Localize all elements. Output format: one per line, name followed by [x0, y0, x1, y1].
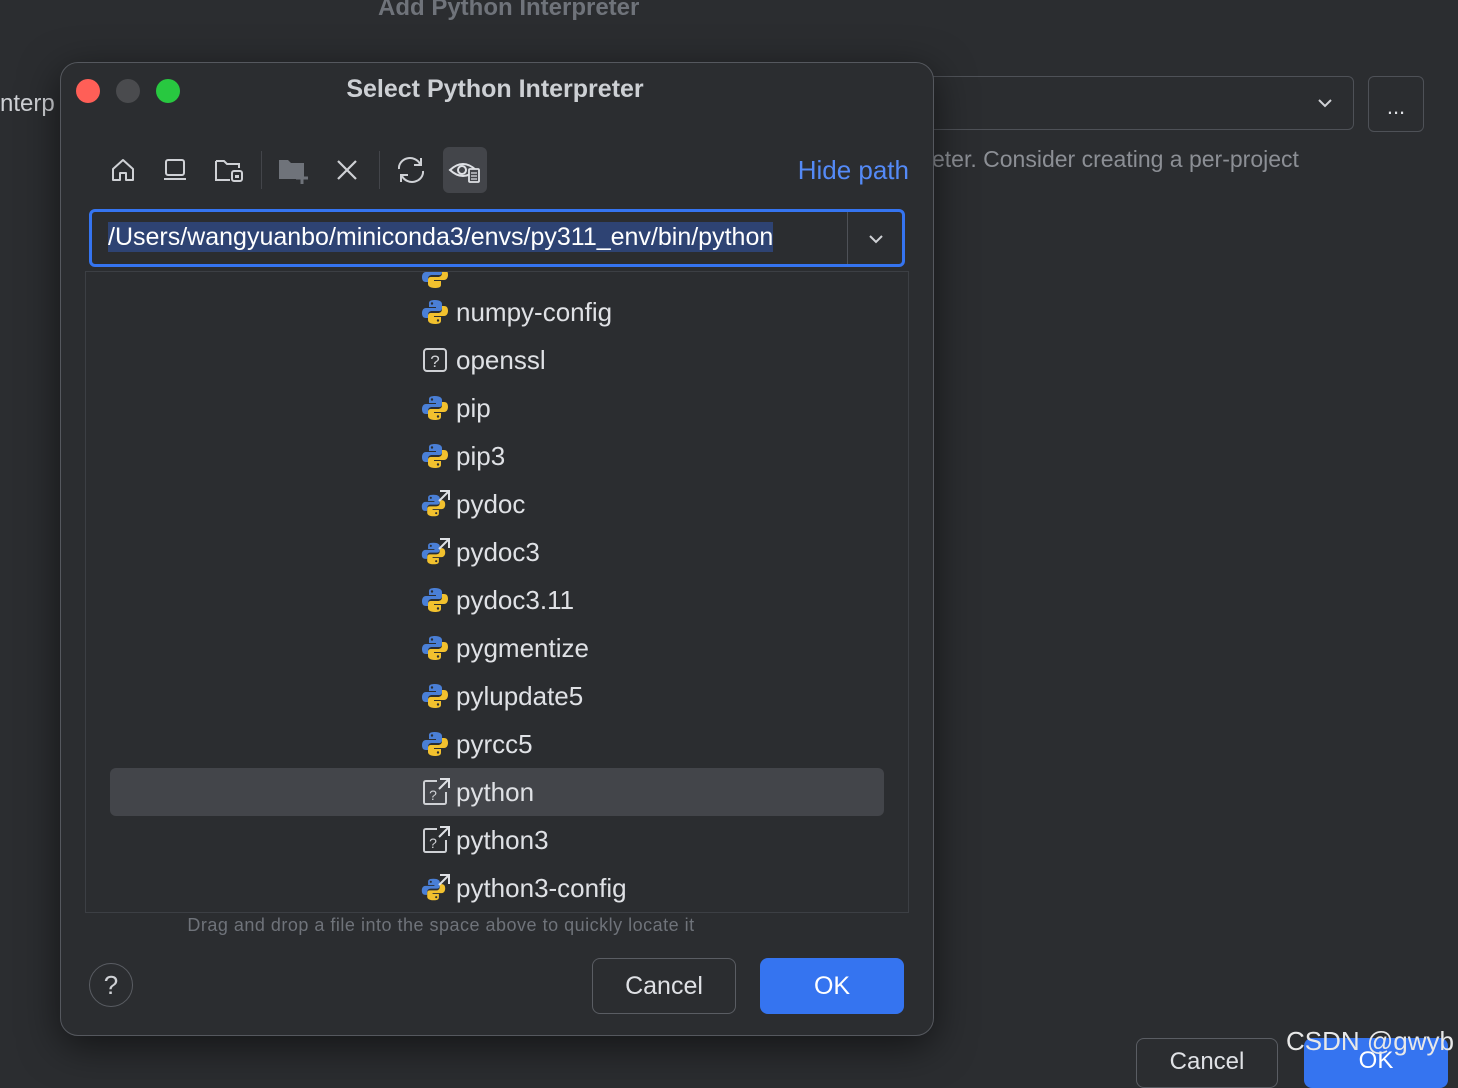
- select-interpreter-dialog: Select Python Interpreter Hide path /Use…: [60, 62, 934, 1036]
- file-tree[interactable]: numpy-config? openssl pip pip3 pydoc pydoc3 py…: [85, 271, 909, 913]
- symlink-unknown-icon: ?: [423, 826, 450, 853]
- home-button[interactable]: [101, 147, 145, 193]
- desktop-icon: [164, 159, 186, 180]
- chevron-down-icon: [1318, 99, 1332, 108]
- python-symlink-icon: [421, 874, 450, 901]
- parent-dialog-title: Add Python Interpreter: [378, 0, 640, 21]
- home-icon: [112, 159, 134, 181]
- file-name-label: pydoc: [456, 489, 526, 519]
- show-hidden-icon: [448, 163, 480, 183]
- project-folder-icon: [215, 160, 243, 182]
- cancel-button[interactable]: Cancel: [592, 958, 736, 1014]
- parent-hint-text: eter. Consider creating a per-project: [932, 146, 1299, 172]
- delete-icon: [337, 160, 357, 180]
- list-item-python3-config[interactable]: python3-config: [110, 864, 884, 912]
- svg-text:?: ?: [429, 835, 437, 851]
- svg-text:?: ?: [429, 787, 437, 803]
- watermark: CSDN @gwyb: [1286, 1026, 1454, 1056]
- list-item-pygmentize[interactable]: pygmentize: [110, 624, 884, 672]
- dialog-title: Select Python Interpreter: [346, 75, 644, 103]
- browse-more-button[interactable]: ...: [1368, 76, 1424, 132]
- delete-button[interactable]: [325, 147, 369, 193]
- path-input[interactable]: /Users/wangyuanbo/miniconda3/envs/py311_…: [108, 222, 774, 252]
- svg-text:?: ?: [430, 352, 439, 371]
- desktop-button[interactable]: [153, 147, 197, 193]
- list-item-pyrcc5[interactable]: pyrcc5: [110, 720, 884, 768]
- file-name-label: python: [456, 777, 535, 807]
- python-file-icon: [422, 444, 448, 468]
- python-file-icon: [422, 732, 448, 756]
- symlink-unknown-icon: ?: [423, 778, 450, 805]
- path-field[interactable]: /Users/wangyuanbo/miniconda3/envs/py311_…: [89, 209, 905, 267]
- python-file-icon: [422, 684, 448, 708]
- python-file-icon: [422, 588, 448, 612]
- interpreter-field-label: nterp: [0, 90, 55, 117]
- python-symlink-icon: [421, 490, 450, 517]
- new-folder-button[interactable]: [271, 147, 315, 193]
- file-name-label: pyrcc5: [456, 729, 533, 759]
- unknown-file-icon: ?: [423, 348, 447, 372]
- help-button[interactable]: ?: [89, 963, 133, 1007]
- list-item-python[interactable]: ? python: [110, 768, 884, 816]
- list-item-python3[interactable]: ? python3: [110, 816, 884, 864]
- hide-path-link[interactable]: Hide path: [798, 155, 909, 186]
- list-item-openssl[interactable]: ? openssl: [110, 336, 884, 384]
- refresh-icon: [397, 157, 425, 183]
- file-name-label: pygmentize: [456, 633, 589, 663]
- file-name-label: numpy-config: [456, 297, 613, 327]
- file-name-label: pip3: [456, 441, 506, 471]
- drag-drop-hint: Drag and drop a file into the space abov…: [187, 915, 695, 935]
- file-name-label: python3-config: [456, 873, 627, 903]
- file-name-label: openssl: [456, 345, 546, 375]
- file-name-label: pydoc3.11: [456, 585, 575, 615]
- list-item-numpy-config[interactable]: numpy-config: [110, 288, 884, 336]
- list-item-pip3[interactable]: pip3: [110, 432, 884, 480]
- project-folder-button[interactable]: [207, 147, 251, 193]
- list-item-pip[interactable]: pip: [110, 384, 884, 432]
- interpreter-combobox[interactable]: [900, 76, 1354, 130]
- file-chooser-toolbar: [101, 147, 501, 195]
- new-folder-icon: [279, 160, 308, 184]
- file-name-label: python3: [456, 825, 549, 855]
- python-file-icon: [422, 396, 448, 420]
- python-file-icon: [422, 300, 448, 324]
- python-file-icon: [422, 636, 448, 660]
- list-item-pylupdate5[interactable]: pylupdate5: [110, 672, 884, 720]
- show-hidden-files-toggle[interactable]: [443, 147, 487, 193]
- parent-cancel-button[interactable]: Cancel: [1136, 1038, 1278, 1088]
- python-symlink-icon: [421, 538, 450, 565]
- list-item-pydoc[interactable]: pydoc: [110, 480, 884, 528]
- file-name-label: pydoc3: [456, 537, 540, 567]
- list-item-pydoc3[interactable]: pydoc3: [110, 528, 884, 576]
- file-name-label: pip: [456, 393, 491, 423]
- ok-button[interactable]: OK: [760, 958, 904, 1014]
- list-item-pydoc3-11[interactable]: pydoc3.11: [110, 576, 884, 624]
- path-history-chevron-icon[interactable]: [864, 227, 888, 251]
- refresh-button[interactable]: [389, 147, 433, 193]
- file-name-label: pylupdate5: [456, 681, 584, 711]
